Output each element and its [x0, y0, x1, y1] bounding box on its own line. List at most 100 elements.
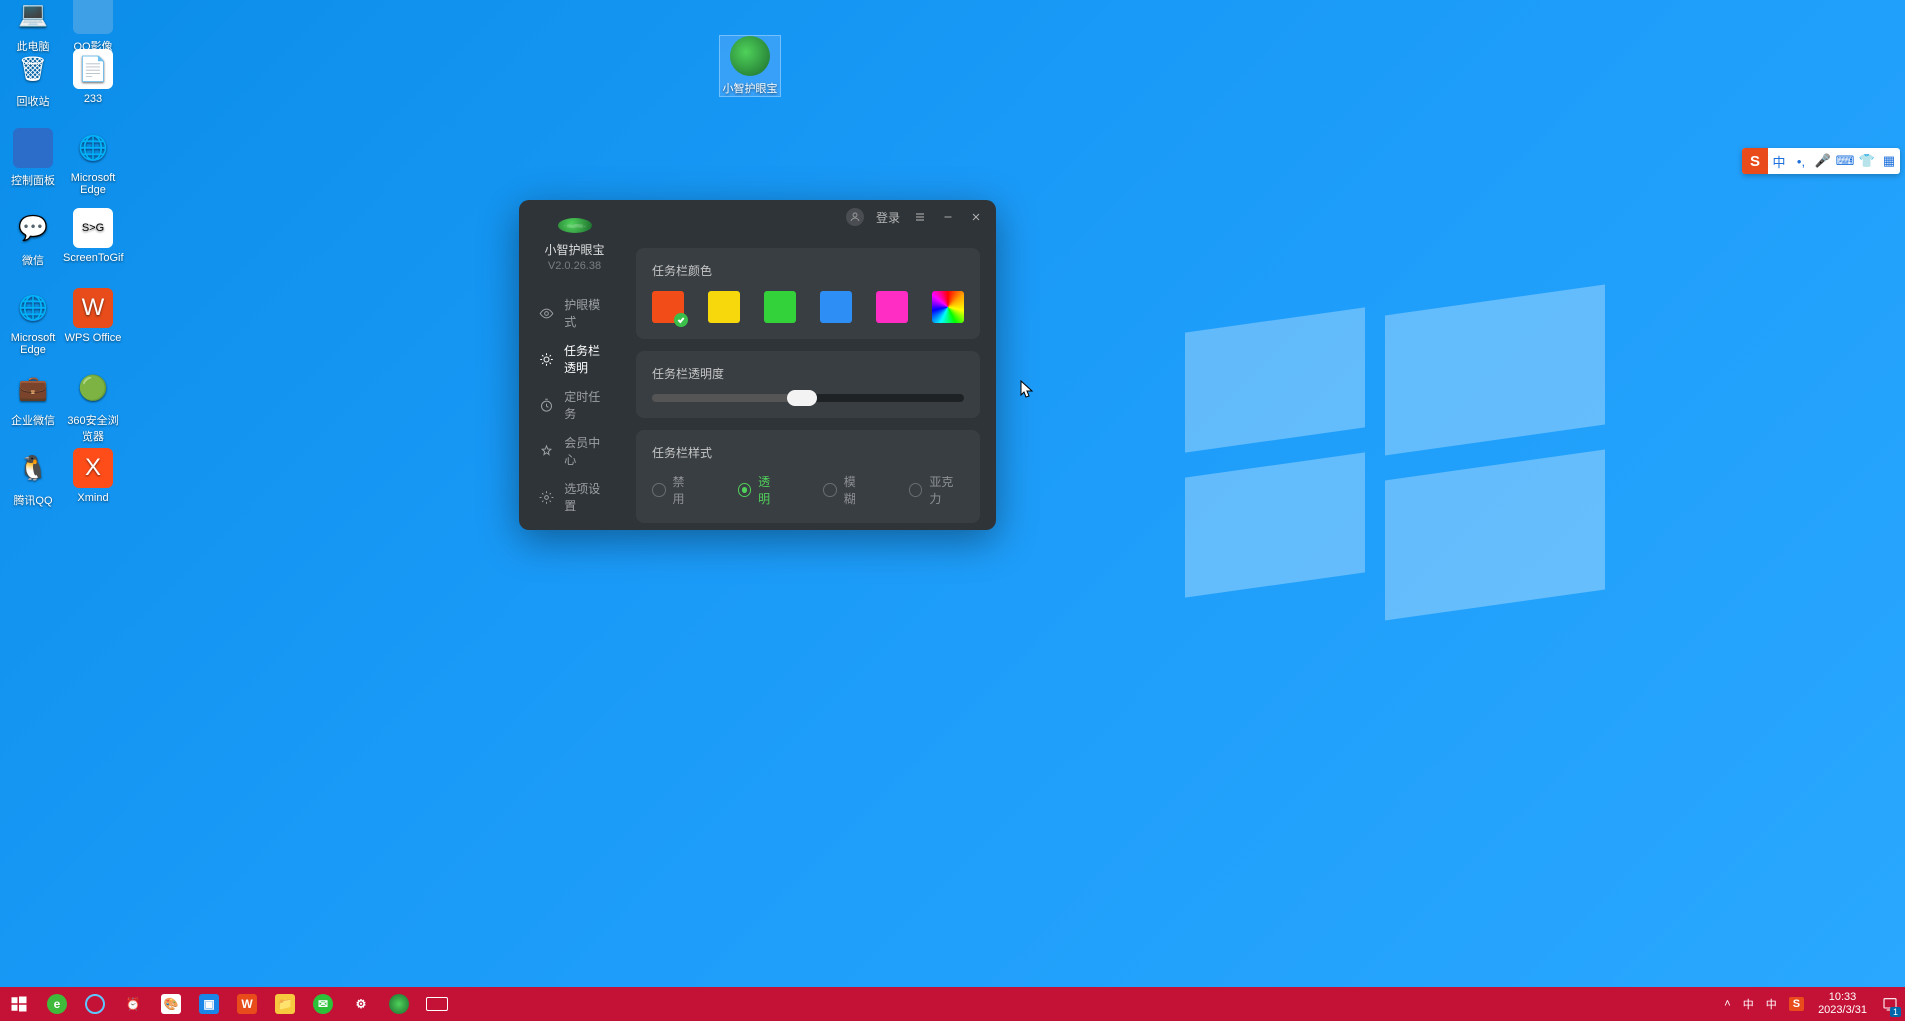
- desktop-icon[interactable]: 🟢 360安全浏览器: [63, 368, 123, 444]
- taskbar-item-cortana[interactable]: [76, 987, 114, 1021]
- nav-item-settings[interactable]: 选项设置: [529, 474, 620, 520]
- ime-logo-icon: S: [1742, 148, 1768, 174]
- desktop-icon[interactable]: 小智护眼宝: [720, 36, 780, 96]
- radio-label: 亚克力: [929, 473, 964, 507]
- taskbar-item-wechat[interactable]: ✉: [304, 987, 342, 1021]
- notification-button[interactable]: 1: [1875, 987, 1905, 1021]
- desktop-icon-image: 🌐: [73, 128, 113, 168]
- style-radio[interactable]: 模糊: [823, 473, 867, 507]
- taskbar-item-edge[interactable]: ▣: [190, 987, 228, 1021]
- desktop-icon-image: [730, 36, 770, 76]
- check-icon: [674, 313, 688, 327]
- tray-lang2[interactable]: 中: [1760, 987, 1783, 1021]
- nav-item-timer[interactable]: 定时任务: [529, 382, 620, 428]
- desktop-icon[interactable]: 🌐 Microsoft Edge: [63, 128, 123, 196]
- ime-punct-button[interactable]: •,: [1790, 148, 1812, 174]
- desktop-icon[interactable]: 控制面板: [3, 128, 63, 188]
- desktop-icon-label: 小智护眼宝: [720, 80, 780, 96]
- ime-tools-icon[interactable]: ▦: [1878, 148, 1900, 174]
- ime-voice-icon[interactable]: 🎤: [1812, 148, 1834, 174]
- notification-badge: 1: [1890, 1007, 1901, 1017]
- panel-title: 任务栏透明度: [652, 365, 964, 382]
- desktop-icon-image: 💻: [13, 0, 53, 34]
- taskbar-item-settings[interactable]: ⚙: [342, 987, 380, 1021]
- style-radio[interactable]: 禁用: [652, 473, 696, 507]
- taskbar-item-paint[interactable]: 🎨: [152, 987, 190, 1021]
- desktop-icon-image: 💼: [13, 368, 53, 408]
- desktop-icon[interactable]: 🌐Microsoft Edge: [3, 288, 63, 356]
- desktop-icon-image: 💬: [13, 208, 53, 248]
- radio-dot-icon: [823, 483, 837, 497]
- desktop-icon-label: 360安全浏览器: [63, 412, 123, 444]
- ime-toolbar[interactable]: S 中 •, 🎤 ⌨ 👕 ▦: [1742, 148, 1900, 174]
- desktop-icon-label: Microsoft Edge: [63, 172, 123, 196]
- desktop-icon[interactable]: 📄233: [63, 49, 123, 105]
- desktop-icon[interactable]: 💼企业微信: [3, 368, 63, 428]
- radio-dot-icon: [652, 483, 666, 497]
- clock-time: 10:33: [1818, 991, 1867, 1004]
- radio-label: 透明: [758, 473, 781, 507]
- color-swatch[interactable]: [764, 291, 796, 323]
- tray-sogou-icon[interactable]: S: [1783, 987, 1810, 1021]
- desktop-icon-image: 🟢: [73, 368, 113, 408]
- taskbar-opacity-panel: 任务栏透明度: [636, 351, 980, 418]
- desktop-icon-label: ScreenToGif: [63, 252, 123, 264]
- color-swatch[interactable]: [932, 291, 964, 323]
- login-button[interactable]: 登录: [876, 209, 900, 226]
- color-swatch[interactable]: [820, 291, 852, 323]
- taskbar-item-eyecare[interactable]: [380, 987, 418, 1021]
- desktop-icon[interactable]: XXmind: [63, 448, 123, 504]
- tray-chevron-icon[interactable]: ˄: [1718, 987, 1736, 1021]
- windows-logo-watermark: [1185, 300, 1605, 600]
- color-swatch[interactable]: [876, 291, 908, 323]
- desktop-icon-image: 📄: [73, 49, 113, 89]
- titlebar: 登录: [846, 208, 984, 226]
- desktop-icon[interactable]: 🐧腾讯QQ: [3, 448, 63, 508]
- desktop-icon-image: W: [73, 288, 113, 328]
- taskbar-icon: [539, 351, 554, 367]
- desktop-icon[interactable]: WWPS Office: [63, 288, 123, 344]
- sidebar-nav: 护眼模式任务栏透明定时任务会员中心选项设置: [529, 290, 620, 520]
- nav-item-vip[interactable]: 会员中心: [529, 428, 620, 474]
- desktop-icon[interactable]: 💻此电脑: [3, 0, 63, 54]
- color-swatch[interactable]: [708, 291, 740, 323]
- nav-item-taskbar[interactable]: 任务栏透明: [529, 336, 620, 382]
- ime-lang-button[interactable]: 中: [1768, 148, 1790, 174]
- taskbar-item-keyboard[interactable]: [418, 987, 456, 1021]
- taskbar-clock[interactable]: 10:33 2023/3/31: [1810, 991, 1875, 1017]
- app-sidebar: 小智护眼宝 V2.0.26.38 护眼模式任务栏透明定时任务会员中心选项设置: [519, 200, 630, 530]
- opacity-slider[interactable]: [652, 394, 964, 402]
- ime-keyboard-icon[interactable]: ⌨: [1834, 148, 1856, 174]
- style-radios: 禁用 透明 模糊 亚克力: [652, 473, 964, 507]
- vip-icon: [539, 443, 554, 459]
- mouse-cursor: [1020, 380, 1034, 400]
- slider-thumb[interactable]: [787, 390, 817, 406]
- desktop-icon[interactable]: S>GScreenToGif: [63, 208, 123, 264]
- clock-date: 2023/3/31: [1818, 1004, 1867, 1017]
- taskbar-item-start[interactable]: [0, 987, 38, 1021]
- color-swatch[interactable]: [652, 291, 684, 323]
- taskbar-item-clock[interactable]: ⏰: [114, 987, 152, 1021]
- close-button[interactable]: [968, 209, 984, 225]
- tray-lang1[interactable]: 中: [1737, 987, 1760, 1021]
- desktop-icon-label: 微信: [3, 252, 63, 268]
- panel-title: 任务栏样式: [652, 444, 964, 461]
- style-radio[interactable]: 透明: [738, 473, 782, 507]
- taskbar-style-panel: 任务栏样式 禁用 透明 模糊 亚克力: [636, 430, 980, 523]
- menu-button[interactable]: [912, 209, 928, 225]
- taskbar-item-files[interactable]: 📁: [266, 987, 304, 1021]
- nav-label: 任务栏透明: [564, 342, 610, 376]
- minimize-button[interactable]: [940, 209, 956, 225]
- taskbar-item-360[interactable]: e: [38, 987, 76, 1021]
- taskbar-item-wps[interactable]: W: [228, 987, 266, 1021]
- style-radio[interactable]: 亚克力: [909, 473, 964, 507]
- ime-skin-icon[interactable]: 👕: [1856, 148, 1878, 174]
- desktop-icon[interactable]: QQ影像: [63, 0, 123, 54]
- desktop-icon[interactable]: 💬 微信: [3, 208, 63, 268]
- nav-item-eye[interactable]: 护眼模式: [529, 290, 620, 336]
- desktop-icon-image: 🐧: [13, 448, 53, 488]
- taskbar-left: e ⏰🎨▣W📁✉⚙: [0, 987, 456, 1021]
- eye-icon: [539, 305, 554, 321]
- desktop-icon-label: 控制面板: [3, 172, 63, 188]
- desktop-icon[interactable]: 🗑回收站: [3, 49, 63, 109]
